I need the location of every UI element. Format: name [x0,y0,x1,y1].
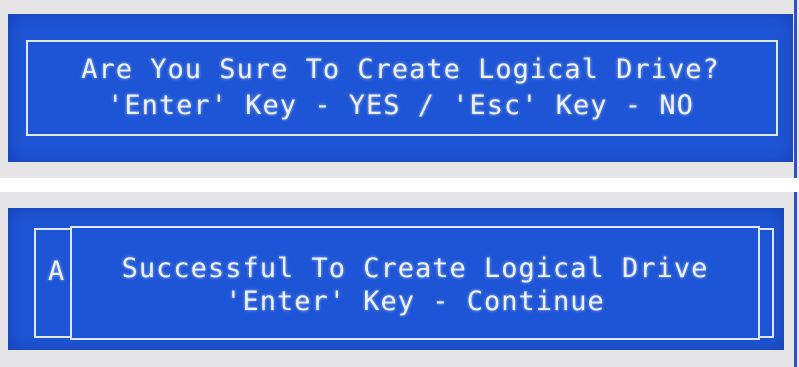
screen-edge [794,192,797,367]
confirm-create-drive-dialog: Are You Sure To Create Logical Drive? 'E… [8,14,793,162]
success-message: Successful To Create Logical Drive [121,253,709,284]
confirm-question: Are You Sure To Create Logical Drive? [81,54,720,85]
confirm-key-options[interactable]: 'Enter' Key - YES / 'Esc' Key - NO [8,90,793,121]
screen-edge [794,0,797,178]
continue-key-option[interactable]: 'Enter' Key - Continue [70,286,760,317]
background-dialog-text: A [48,256,65,287]
create-drive-result-dialog: A Successful To Create Logical Drive 'En… [8,208,784,350]
